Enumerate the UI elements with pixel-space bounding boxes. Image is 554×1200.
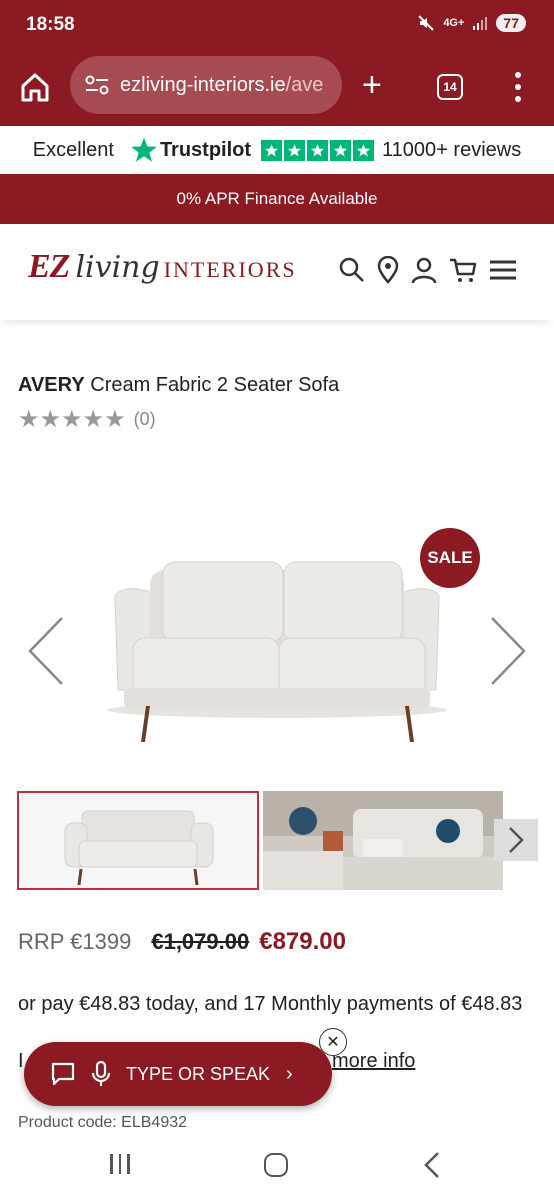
logo-living: living <box>75 250 160 285</box>
status-icons: 4G+ 77 <box>417 14 526 32</box>
signal-icon <box>473 17 488 30</box>
browser-toolbar: ezliving-interiors.ie/ave + 14 <box>0 52 554 126</box>
microphone-icon <box>91 1060 111 1086</box>
url-domain: ezliving-interiors.ie <box>120 73 286 96</box>
trustpilot-rating-label: Excellent <box>32 138 114 161</box>
rrp-price: RRP €1399 <box>18 929 132 954</box>
system-nav-bar <box>0 1140 554 1200</box>
thumbnail-1[interactable] <box>17 791 259 890</box>
sale-badge: SALE <box>420 528 480 588</box>
new-tab-button[interactable]: + <box>362 68 382 102</box>
chevron-right-icon: › <box>286 1062 293 1085</box>
product-name: Cream Fabric 2 Seater Sofa <box>84 374 340 396</box>
trustpilot-star-icon <box>131 137 157 162</box>
type-or-speak-label: TYPE OR SPEAK <box>126 1063 271 1084</box>
trustpilot-brand: Trustpilot <box>159 138 252 161</box>
thumbnail-next-icon[interactable] <box>494 819 538 861</box>
close-assistant-button[interactable]: ✕ <box>319 1028 347 1056</box>
product-code: Product code: ELB4932 <box>18 1114 188 1131</box>
product-title: AVERY Cream Fabric 2 Seater Sofa <box>18 374 339 397</box>
home-icon[interactable] <box>18 70 52 104</box>
account-icon[interactable] <box>410 256 438 284</box>
browser-menu-button[interactable] <box>506 70 530 104</box>
gallery-prev-arrow-icon[interactable] <box>26 616 66 686</box>
trustpilot-bar[interactable]: Excellent Trustpilot 11000+ reviews <box>0 126 554 174</box>
cart-icon[interactable] <box>448 256 478 284</box>
back-icon[interactable] <box>422 1150 442 1180</box>
gallery-next-arrow-icon[interactable] <box>488 616 528 686</box>
logo-ez: EZ <box>28 248 70 285</box>
sale-price: €879.00 <box>259 928 346 955</box>
battery-level: 77 <box>496 14 526 32</box>
product-brand: AVERY <box>18 374 85 396</box>
store-locator-icon[interactable] <box>376 256 400 284</box>
network-label: 4G+ <box>443 17 465 29</box>
tab-switcher-button[interactable]: 14 <box>437 74 463 100</box>
address-bar[interactable]: ezliving-interiors.ie/ave <box>70 56 342 114</box>
logo-interiors: INTERIORS <box>163 257 297 282</box>
thumbnail-2[interactable] <box>263 791 503 890</box>
trustpilot-review-count: 11000+ reviews <box>382 138 522 161</box>
rating-stars: ★★★★★ <box>18 406 126 433</box>
home-button[interactable] <box>264 1153 288 1177</box>
finance-promo-text: 0% APR Finance Available <box>176 189 378 208</box>
site-logo[interactable]: EZ living INTERIORS <box>28 248 297 286</box>
was-price: €1,079.00 <box>151 929 250 954</box>
status-time: 18:58 <box>26 14 75 35</box>
payment-plan-text: or pay €48.83 today, and 17 Monthly paym… <box>18 993 523 1015</box>
mute-icon <box>418 15 435 31</box>
info-prefix: I <box>18 1050 24 1072</box>
trustpilot-logo: Trustpilot <box>130 136 251 164</box>
hamburger-menu-icon[interactable] <box>488 256 518 284</box>
more-info-link[interactable]: more info <box>332 1050 415 1073</box>
site-header: EZ living INTERIORS <box>0 224 554 320</box>
price-block: RRP €1399 €1,079.00 €879.00 <box>18 928 346 956</box>
type-or-speak-button[interactable]: TYPE OR SPEAK › <box>24 1042 332 1106</box>
rating-count: (0) <box>133 409 156 429</box>
url-path: /ave <box>285 73 324 96</box>
chat-icon <box>51 1062 75 1086</box>
header-icons <box>338 256 518 284</box>
product-rating[interactable]: ★★★★★ (0) <box>18 405 156 434</box>
status-bar: 18:58 4G+ 77 <box>0 0 554 52</box>
search-icon[interactable] <box>338 256 366 284</box>
trustpilot-stars <box>261 139 375 161</box>
site-settings-icon[interactable] <box>84 74 110 96</box>
recent-apps-button[interactable] <box>110 1154 130 1174</box>
thumbnail-strip <box>0 790 554 892</box>
finance-promo-banner[interactable]: 0% APR Finance Available <box>0 174 554 224</box>
